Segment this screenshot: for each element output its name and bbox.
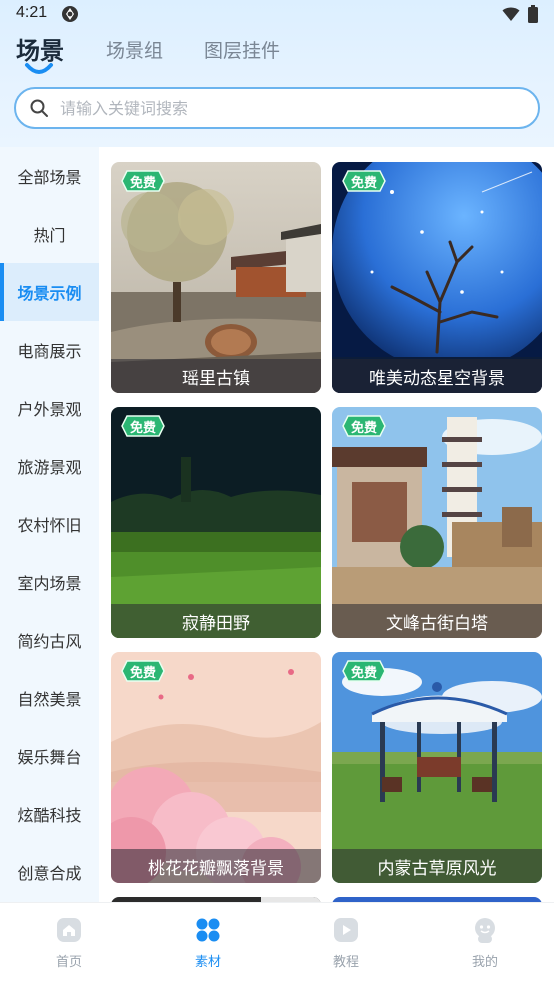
- sidebar-item-stage[interactable]: 娱乐舞台: [0, 727, 99, 785]
- search-bar[interactable]: [14, 87, 540, 129]
- card-title: 文峰古街白塔: [332, 604, 542, 638]
- wifi-icon: [502, 7, 520, 21]
- free-badge: 免费: [342, 170, 386, 192]
- sidebar-item-all-scenes[interactable]: 全部场景: [0, 147, 99, 205]
- free-badge: 免费: [342, 660, 386, 682]
- sidebar-item-scene-examples[interactable]: 场景示例: [0, 263, 99, 321]
- status-indicators: [502, 5, 538, 23]
- sidebar-item-nature[interactable]: 自然美景: [0, 669, 99, 727]
- app-notification-icon: [62, 6, 78, 22]
- sidebar-item-travel[interactable]: 旅游景观: [0, 437, 99, 495]
- tab-scene-group[interactable]: 场景组: [106, 36, 163, 63]
- scene-card[interactable]: 免费 内蒙古草原风光: [332, 652, 542, 883]
- card-title: 瑶里古镇: [111, 359, 321, 393]
- tab-scene[interactable]: 场景: [16, 31, 64, 66]
- sidebar-item-hot[interactable]: 热门: [0, 205, 99, 263]
- scene-card[interactable]: 免费 瑶里古镇: [111, 162, 321, 393]
- sidebar-item-indoor[interactable]: 室内场景: [0, 553, 99, 611]
- category-sidebar: 全部场景 热门 场景示例 电商展示 户外景观 旅游景观 农村怀旧 室内场景 简约…: [0, 147, 99, 902]
- card-title: 唯美动态星空背景: [332, 359, 542, 393]
- search-input[interactable]: [60, 95, 520, 121]
- card-title: 寂静田野: [111, 604, 321, 638]
- card-title: 内蒙古草原风光: [332, 849, 542, 883]
- profile-icon: [475, 918, 495, 943]
- sidebar-item-outdoor[interactable]: 户外景观: [0, 379, 99, 437]
- sidebar-item-ecommerce[interactable]: 电商展示: [0, 321, 99, 379]
- nav-material[interactable]: 素材: [168, 917, 248, 973]
- scene-card[interactable]: 免费 桃花花瓣飘落背景: [111, 652, 321, 883]
- card-title: 桃花花瓣飘落背景: [111, 849, 321, 883]
- tab-layer-widget[interactable]: 图层挂件: [204, 36, 280, 63]
- scene-card[interactable]: 免费 寂静田野: [111, 407, 321, 638]
- nav-profile[interactable]: 我的: [445, 917, 525, 973]
- battery-icon: [528, 5, 538, 23]
- home-icon: [57, 918, 81, 942]
- active-tab-indicator: [25, 63, 53, 74]
- tutorial-icon: [334, 918, 358, 942]
- nav-tutorial[interactable]: 教程: [306, 917, 386, 973]
- scene-grid: 免费 瑶里古镇 免费 唯美动态星空背景 免费 寂静田野 免费 文峰古街白塔 免费…: [99, 147, 554, 902]
- sidebar-item-rural[interactable]: 农村怀旧: [0, 495, 99, 553]
- free-badge: 免费: [121, 170, 165, 192]
- status-bar: 4:21: [0, 0, 554, 28]
- material-icon: [196, 918, 220, 942]
- category-tabs: 场景 场景组 图层挂件: [0, 30, 554, 80]
- free-badge: 免费: [121, 415, 165, 437]
- free-badge: 免费: [121, 660, 165, 682]
- nav-home[interactable]: 首页: [29, 917, 109, 973]
- scene-card[interactable]: 免费 文峰古街白塔: [332, 407, 542, 638]
- sidebar-item-tech[interactable]: 炫酷科技: [0, 785, 99, 843]
- bottom-navigation: 首页 素材 教程 我的: [0, 902, 554, 986]
- status-time: 4:21: [16, 4, 48, 21]
- sidebar-item-creative[interactable]: 创意合成: [0, 843, 99, 901]
- free-badge: 免费: [342, 415, 386, 437]
- search-icon: [30, 99, 48, 117]
- sidebar-item-ancient-style[interactable]: 简约古风: [0, 611, 99, 669]
- scene-card[interactable]: 免费 唯美动态星空背景: [332, 162, 542, 393]
